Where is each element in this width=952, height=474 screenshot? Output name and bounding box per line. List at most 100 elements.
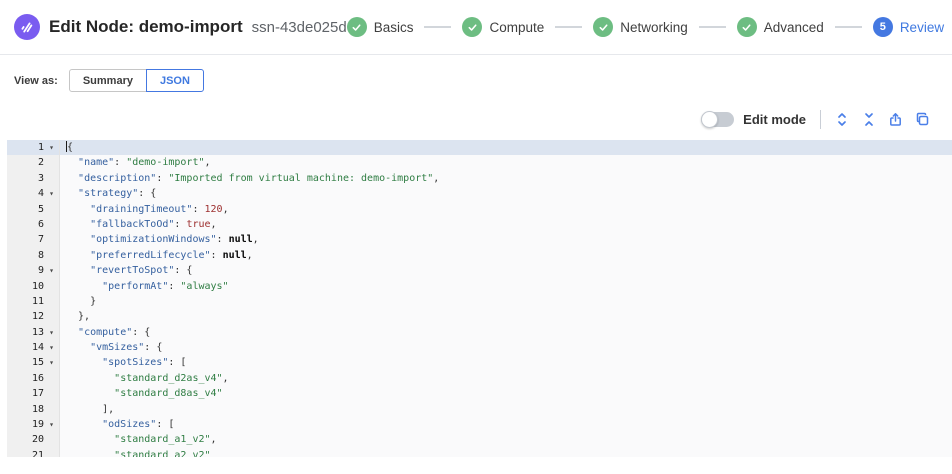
code-line[interactable]: 12 }, bbox=[7, 309, 952, 324]
step-connector bbox=[835, 26, 862, 28]
code-text[interactable]: "name": "demo-import", bbox=[60, 155, 952, 170]
fold-arrow-icon[interactable]: ▾ bbox=[44, 325, 59, 340]
code-line[interactable]: 1▾{ bbox=[7, 140, 952, 155]
check-icon bbox=[593, 17, 613, 37]
code-text[interactable]: "standard_a2_v2" bbox=[60, 448, 952, 457]
step-advanced[interactable]: Advanced bbox=[737, 17, 824, 37]
code-line[interactable]: 3 "description": "Imported from virtual … bbox=[7, 171, 952, 186]
code-line[interactable]: 20 "standard_a1_v2", bbox=[7, 432, 952, 447]
code-text[interactable]: "description": "Imported from virtual ma… bbox=[60, 171, 952, 186]
line-number: 3 bbox=[7, 171, 44, 186]
line-gutter: 21 bbox=[7, 448, 60, 457]
line-number: 5 bbox=[7, 202, 44, 217]
step-compute[interactable]: Compute bbox=[462, 17, 544, 37]
edit-mode-toggle[interactable] bbox=[701, 112, 734, 127]
code-line[interactable]: 17 "standard_d8as_v4" bbox=[7, 386, 952, 401]
code-text[interactable]: } bbox=[60, 294, 952, 309]
line-gutter: 7 bbox=[7, 232, 60, 247]
line-gutter: 10 bbox=[7, 279, 60, 294]
fold-arrow-icon[interactable]: ▾ bbox=[44, 340, 59, 355]
code-text[interactable]: "drainingTimeout": 120, bbox=[60, 202, 952, 217]
export-icon[interactable] bbox=[882, 108, 909, 130]
code-text[interactable]: "standard_a1_v2", bbox=[60, 432, 952, 447]
code-text[interactable]: "standard_d8as_v4" bbox=[60, 386, 952, 401]
json-view-button[interactable]: JSON bbox=[146, 69, 204, 92]
line-number: 20 bbox=[7, 432, 44, 447]
line-number: 17 bbox=[7, 386, 44, 401]
step-number-badge: 5 bbox=[873, 17, 893, 37]
line-number: 2 bbox=[7, 155, 44, 170]
code-text[interactable]: "odSizes": [ bbox=[60, 417, 952, 432]
line-gutter: 13▾ bbox=[7, 325, 60, 340]
code-text[interactable]: "spotSizes": [ bbox=[60, 355, 952, 370]
toolbar-divider bbox=[820, 110, 821, 129]
view-as-row: View as: Summary JSON bbox=[14, 69, 952, 92]
line-gutter: 5 bbox=[7, 202, 60, 217]
code-line[interactable]: 13▾ "compute": { bbox=[7, 325, 952, 340]
code-line[interactable]: 11 } bbox=[7, 294, 952, 309]
collapse-icon[interactable] bbox=[855, 108, 882, 130]
expand-icon[interactable] bbox=[828, 108, 855, 130]
code-line[interactable]: 6 "fallbackToOd": true, bbox=[7, 217, 952, 232]
code-line[interactable]: 8 "preferredLifecycle": null, bbox=[7, 248, 952, 263]
step-label: Networking bbox=[620, 20, 688, 35]
code-line[interactable]: 5 "drainingTimeout": 120, bbox=[7, 202, 952, 217]
code-text[interactable]: "standard_d2as_v4", bbox=[60, 371, 952, 386]
fold-arrow-icon[interactable]: ▾ bbox=[44, 355, 59, 370]
line-number: 8 bbox=[7, 248, 44, 263]
code-line[interactable]: 4▾ "strategy": { bbox=[7, 186, 952, 201]
check-icon bbox=[462, 17, 482, 37]
toggle-knob bbox=[701, 111, 718, 128]
code-line[interactable]: 21 "standard_a2_v2" bbox=[7, 448, 952, 457]
line-gutter: 3 bbox=[7, 171, 60, 186]
code-text[interactable]: "fallbackToOd": true, bbox=[60, 217, 952, 232]
code-text[interactable]: }, bbox=[60, 309, 952, 324]
step-networking[interactable]: Networking bbox=[593, 17, 688, 37]
editor-toolbar: Edit mode bbox=[0, 107, 952, 131]
check-icon bbox=[737, 17, 757, 37]
code-line[interactable]: 19▾ "odSizes": [ bbox=[7, 417, 952, 432]
code-text[interactable]: "revertToSpot": { bbox=[60, 263, 952, 278]
spot-logo-icon bbox=[14, 14, 40, 40]
copy-icon[interactable] bbox=[909, 108, 936, 130]
code-line[interactable]: 14▾ "vmSizes": { bbox=[7, 340, 952, 355]
line-number: 18 bbox=[7, 402, 44, 417]
step-label: Advanced bbox=[764, 20, 824, 35]
code-line[interactable]: 10 "performAt": "always" bbox=[7, 279, 952, 294]
code-text[interactable]: ], bbox=[60, 402, 952, 417]
code-text[interactable]: "performAt": "always" bbox=[60, 279, 952, 294]
step-connector bbox=[424, 26, 451, 28]
code-line[interactable]: 7 "optimizationWindows": null, bbox=[7, 232, 952, 247]
line-gutter: 18 bbox=[7, 402, 60, 417]
json-editor[interactable]: 1▾{2 "name": "demo-import",3 "descriptio… bbox=[7, 140, 952, 457]
fold-arrow-icon[interactable]: ▾ bbox=[44, 186, 59, 201]
step-review[interactable]: 5 Review bbox=[873, 17, 944, 37]
code-text[interactable]: "optimizationWindows": null, bbox=[60, 232, 952, 247]
code-line[interactable]: 2 "name": "demo-import", bbox=[7, 155, 952, 170]
edit-mode-label: Edit mode bbox=[743, 112, 806, 127]
line-gutter: 6 bbox=[7, 217, 60, 232]
code-text[interactable]: "compute": { bbox=[60, 325, 952, 340]
code-text[interactable]: "strategy": { bbox=[60, 186, 952, 201]
code-text[interactable]: { bbox=[60, 140, 952, 155]
code-text[interactable]: "vmSizes": { bbox=[60, 340, 952, 355]
line-gutter: 1▾ bbox=[7, 140, 60, 155]
code-line[interactable]: 18 ], bbox=[7, 402, 952, 417]
line-number: 15 bbox=[7, 355, 44, 370]
line-gutter: 2 bbox=[7, 155, 60, 170]
node-id: ssn-43de025d bbox=[252, 19, 347, 36]
page-title: Edit Node: demo-import bbox=[49, 17, 243, 37]
summary-view-button[interactable]: Summary bbox=[69, 69, 147, 92]
fold-arrow-icon[interactable]: ▾ bbox=[44, 263, 59, 278]
line-number: 9 bbox=[7, 263, 44, 278]
line-number: 1 bbox=[7, 140, 44, 155]
code-line[interactable]: 9▾ "revertToSpot": { bbox=[7, 263, 952, 278]
step-basics[interactable]: Basics bbox=[347, 17, 414, 37]
line-gutter: 9▾ bbox=[7, 263, 60, 278]
fold-arrow-icon[interactable]: ▾ bbox=[44, 417, 59, 432]
code-line[interactable]: 16 "standard_d2as_v4", bbox=[7, 371, 952, 386]
check-icon bbox=[347, 17, 367, 37]
fold-arrow-icon[interactable]: ▾ bbox=[44, 140, 59, 155]
code-text[interactable]: "preferredLifecycle": null, bbox=[60, 248, 952, 263]
code-line[interactable]: 15▾ "spotSizes": [ bbox=[7, 355, 952, 370]
